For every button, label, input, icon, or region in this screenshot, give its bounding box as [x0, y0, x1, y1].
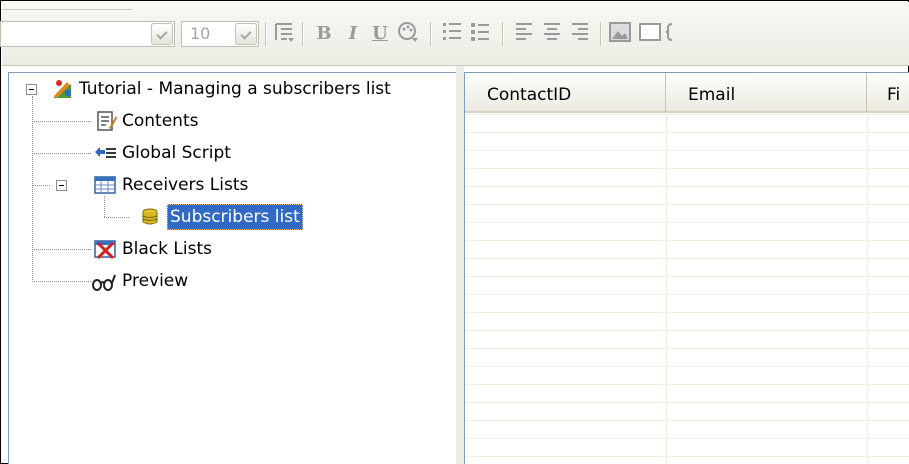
bold-glyph: B [316, 23, 332, 44]
italic-glyph: I [348, 23, 358, 44]
numbered-list-icon[interactable] [440, 20, 464, 48]
glasses-icon [91, 272, 117, 294]
splitter[interactable] [456, 66, 464, 464]
column-header-contactid[interactable]: ContactID [465, 73, 666, 113]
table-row[interactable] [465, 150, 909, 151]
align-left-icon[interactable] [512, 20, 536, 48]
chevron-down-icon[interactable] [151, 23, 173, 45]
table-row[interactable] [465, 420, 909, 421]
toolbar-separator [302, 22, 303, 46]
table-row[interactable] [465, 312, 909, 313]
table-icon [93, 174, 116, 196]
column-header-email[interactable]: Email [666, 73, 867, 113]
tree-connector [104, 217, 129, 218]
grid-body[interactable] [465, 114, 909, 464]
tree-connector [32, 121, 91, 122]
table-row[interactable] [465, 402, 909, 403]
project-icon [51, 78, 73, 100]
grid-column-line [666, 114, 667, 464]
grid-header: ContactID Email Fi [465, 73, 909, 113]
table-row[interactable] [465, 114, 909, 115]
bullet-list-icon[interactable] [468, 20, 492, 48]
collapse-icon[interactable] [26, 84, 37, 95]
tree-connector [32, 153, 91, 154]
font-size-value: 10 [190, 24, 211, 43]
table-row[interactable] [465, 240, 909, 241]
indent-icon[interactable] [272, 20, 296, 48]
italic-icon[interactable]: I [341, 20, 365, 48]
table-row[interactable] [465, 204, 909, 205]
tree-item-contents[interactable]: Contents [122, 108, 198, 134]
table-row[interactable] [465, 456, 909, 457]
tree-item-preview[interactable]: Preview [122, 268, 188, 294]
tree-root-label[interactable]: Tutorial - Managing a subscribers list [79, 76, 391, 102]
underline-glyph: U [372, 23, 388, 44]
tree-item-black-lists[interactable]: Black Lists [122, 236, 212, 262]
tree-connector [32, 96, 33, 282]
script-icon [93, 142, 116, 164]
table-row[interactable] [465, 222, 909, 223]
table-row[interactable] [465, 258, 909, 259]
font-name-combo[interactable] [0, 21, 175, 47]
table-row[interactable] [465, 168, 909, 169]
insert-image-icon[interactable] [608, 20, 632, 48]
more-tools-icon[interactable] [666, 20, 678, 48]
toolbar-separator [265, 22, 266, 46]
underline-icon[interactable]: U [368, 20, 392, 48]
toolbar-separator [430, 22, 431, 46]
align-right-icon[interactable] [568, 20, 592, 48]
table-row[interactable] [465, 366, 909, 367]
tree-item-global-script[interactable]: Global Script [122, 140, 231, 166]
font-size-combo[interactable]: 10 [181, 21, 259, 47]
tree-item-receivers-lists[interactable]: Receivers Lists [122, 172, 248, 198]
chevron-down-icon[interactable] [235, 23, 257, 45]
font-color-icon[interactable] [396, 20, 420, 48]
table-row[interactable] [465, 186, 909, 187]
project-tree: Tutorial - Managing a subscribers list C… [8, 72, 456, 464]
table-row[interactable] [465, 438, 909, 439]
table-row[interactable] [465, 132, 909, 133]
tree-item-subscribers-list[interactable]: Subscribers list [167, 204, 303, 230]
align-center-icon[interactable] [540, 20, 564, 48]
toolbar-separator [600, 22, 601, 46]
table-row[interactable] [465, 330, 909, 331]
bold-icon[interactable]: B [312, 20, 336, 48]
table-row[interactable] [465, 348, 909, 349]
toolbar-separator [502, 22, 503, 46]
table-row[interactable] [465, 276, 909, 277]
column-header-fi[interactable]: Fi [867, 73, 909, 113]
table-row[interactable] [465, 294, 909, 295]
formatting-toolbar: 10 B I U [0, 2, 909, 66]
tree-connector [32, 249, 91, 250]
insert-frame-icon[interactable] [638, 20, 662, 48]
data-grid: ContactID Email Fi [464, 72, 909, 464]
blacklist-icon [93, 238, 116, 260]
grid-column-line [867, 114, 868, 464]
database-icon [140, 207, 162, 229]
tree-connector [32, 185, 50, 186]
tree-connector [104, 196, 105, 217]
toolbar-tab-edge [2, 2, 132, 10]
collapse-icon[interactable] [56, 180, 67, 191]
tree-connector [32, 281, 91, 282]
table-row[interactable] [465, 384, 909, 385]
application-window: 10 B I U Tutorial - Managing a subscribe… [0, 0, 909, 464]
document-edit-icon [95, 110, 117, 132]
